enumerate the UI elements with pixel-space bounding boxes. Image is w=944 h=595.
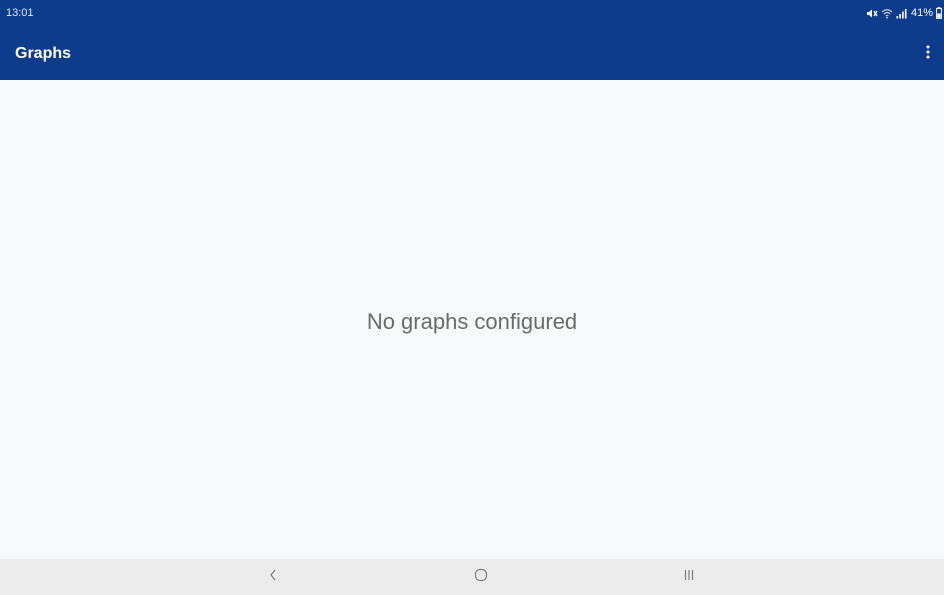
status-bar: 13:01 41% — [0, 0, 944, 27]
back-button[interactable] — [258, 565, 288, 589]
graphs-content: No graphs configured — [0, 80, 944, 559]
page-title: Graphs — [15, 45, 72, 62]
back-icon — [268, 568, 278, 587]
empty-state-message: No graphs configured — [366, 309, 578, 334]
navigation-bar — [0, 559, 944, 595]
status-time: 13:01 — [6, 7, 34, 19]
overflow-menu-button[interactable] — [914, 40, 942, 68]
wifi-icon — [881, 8, 893, 19]
recents-icon — [682, 568, 696, 587]
home-button[interactable] — [466, 565, 496, 589]
recents-button[interactable] — [674, 565, 704, 589]
more-vert-icon — [926, 45, 930, 64]
home-icon — [473, 567, 489, 588]
status-icons: 41% — [866, 6, 942, 20]
mute-icon — [866, 8, 878, 19]
signal-icon — [896, 8, 907, 19]
app-bar: Graphs — [0, 27, 944, 80]
battery-percent: 41% — [910, 6, 933, 19]
battery-icon — [936, 7, 942, 19]
